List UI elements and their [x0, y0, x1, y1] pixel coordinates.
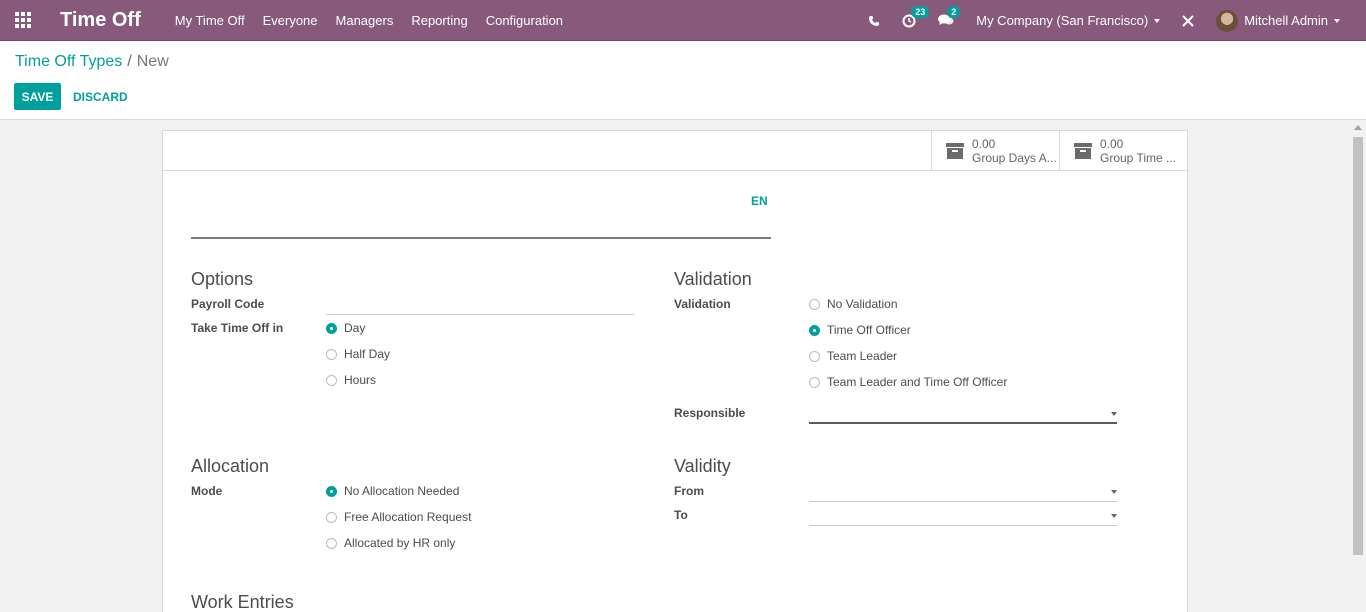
take-time-off-label: Take Time Off in — [191, 321, 284, 335]
stat-value: 0.00 — [972, 137, 996, 151]
archive-icon — [946, 143, 964, 159]
radio-label: Free Allocation Request — [344, 510, 472, 524]
archive-icon — [1074, 143, 1092, 159]
radio-unchecked-icon — [809, 298, 820, 310]
to-date-input[interactable] — [809, 506, 1117, 526]
caret-down-icon — [1334, 18, 1340, 23]
radio-half-day[interactable]: Half Day — [326, 347, 390, 361]
responsible-select[interactable] — [809, 404, 1117, 424]
mode-label: Mode — [191, 484, 223, 498]
apps-menu-icon[interactable] — [0, 0, 46, 41]
radio-checked-icon — [326, 322, 337, 334]
control-panel: Time Off Types / New SAVE DISCARD — [0, 41, 1366, 120]
radio-label: Time Off Officer — [827, 323, 911, 337]
save-button[interactable]: SAVE — [14, 83, 61, 110]
payroll-code-input[interactable] — [326, 295, 634, 315]
avatar — [1216, 9, 1239, 32]
radio-label: Team Leader — [827, 349, 898, 363]
radio-unchecked-icon — [809, 350, 820, 362]
radio-day[interactable]: Day — [326, 321, 365, 335]
radio-unchecked-icon — [809, 376, 820, 388]
to-label: To — [674, 508, 688, 522]
radio-label: Team Leader and Time Off Officer — [827, 375, 1008, 389]
payroll-code-label: Payroll Code — [191, 297, 265, 311]
stat-label: Group Time ... — [1100, 151, 1177, 165]
radio-checked-icon — [326, 485, 337, 497]
scroll-up-arrow-icon[interactable] — [1354, 125, 1362, 130]
language-toggle[interactable]: EN — [751, 194, 768, 208]
vertical-scrollbar[interactable] — [1350, 121, 1366, 612]
from-label: From — [674, 484, 704, 498]
radio-unchecked-icon — [326, 348, 337, 360]
caret-down-icon — [1111, 490, 1117, 494]
radio-label: Hours — [344, 373, 377, 387]
menu-reporting[interactable]: Reporting — [411, 13, 467, 28]
stat-value: 0.00 — [1100, 137, 1124, 151]
radio-unchecked-icon — [326, 537, 337, 549]
top-navbar: Time Off My Time Off Everyone Managers R… — [0, 0, 1366, 41]
user-menu[interactable]: Mitchell Admin — [1216, 9, 1340, 32]
radio-label: Half Day — [344, 347, 391, 361]
phone-icon[interactable] — [868, 15, 880, 27]
breadcrumb-separator: / — [127, 53, 132, 70]
radio-label: Allocated by HR only — [344, 536, 456, 550]
work-entries-section-title: Work Entries — [191, 592, 294, 612]
responsible-label: Responsible — [674, 406, 746, 420]
user-name: Mitchell Admin — [1244, 13, 1328, 28]
radio-no-allocation-needed[interactable]: No Allocation Needed — [326, 484, 459, 498]
button-box: 0.00 Group Days A... 0.00 Group Time ... — [163, 131, 1187, 171]
radio-hours[interactable]: Hours — [326, 373, 376, 387]
radio-unchecked-icon — [326, 374, 337, 386]
caret-down-icon — [1111, 412, 1117, 416]
radio-team-leader-and-officer[interactable]: Team Leader and Time Off Officer — [809, 375, 1007, 389]
breadcrumb-current: New — [136, 53, 169, 70]
form-sheet: 0.00 Group Days A... 0.00 Group Time ...… — [162, 130, 1188, 612]
radio-label: No Allocation Needed — [344, 484, 460, 498]
radio-label: No Validation — [827, 297, 898, 311]
radio-free-allocation-request[interactable]: Free Allocation Request — [326, 510, 471, 524]
allocation-section-title: Allocation — [191, 456, 270, 476]
company-name: My Company (San Francisco) — [976, 13, 1149, 28]
scrollbar-thumb[interactable] — [1353, 137, 1363, 555]
radio-checked-icon — [809, 324, 820, 336]
debug-tools-icon[interactable] — [1182, 14, 1194, 27]
breadcrumb-parent-link[interactable]: Time Off Types — [15, 53, 122, 70]
radio-unchecked-icon — [326, 511, 337, 523]
menu-everyone[interactable]: Everyone — [263, 13, 318, 28]
name-input[interactable] — [191, 215, 771, 239]
menu-configuration[interactable]: Configuration — [486, 13, 563, 28]
messages-icon[interactable]: 2 — [938, 6, 961, 27]
breadcrumb: Time Off Types / New — [15, 53, 169, 71]
radio-time-off-officer[interactable]: Time Off Officer — [809, 323, 911, 337]
validity-section-title: Validity — [674, 456, 731, 476]
radio-allocated-by-hr[interactable]: Allocated by HR only — [326, 536, 455, 550]
menu-managers[interactable]: Managers — [336, 13, 394, 28]
radio-no-validation[interactable]: No Validation — [809, 297, 898, 311]
app-title: Time Off — [60, 8, 141, 31]
caret-down-icon — [1111, 514, 1117, 518]
caret-down-icon — [1154, 18, 1161, 23]
radio-team-leader[interactable]: Team Leader — [809, 349, 897, 363]
stat-label: Group Days A... — [972, 151, 1057, 165]
discard-button[interactable]: DISCARD — [73, 83, 128, 110]
menu-my-time-off[interactable]: My Time Off — [175, 13, 245, 28]
message-count-badge: 2 — [947, 6, 961, 18]
group-time-off-button[interactable]: 0.00 Group Time ... — [1059, 131, 1187, 171]
group-days-allocation-button[interactable]: 0.00 Group Days A... — [931, 131, 1059, 171]
company-switcher[interactable]: My Company (San Francisco) — [976, 13, 1161, 28]
activity-clock-icon[interactable]: 23 — [902, 5, 930, 28]
options-section-title: Options — [191, 269, 254, 289]
from-date-input[interactable] — [809, 482, 1117, 502]
validation-section-title: Validation — [674, 269, 752, 289]
validation-label: Validation — [674, 297, 731, 311]
activity-count-badge: 23 — [911, 5, 930, 18]
radio-label: Day — [344, 321, 366, 335]
